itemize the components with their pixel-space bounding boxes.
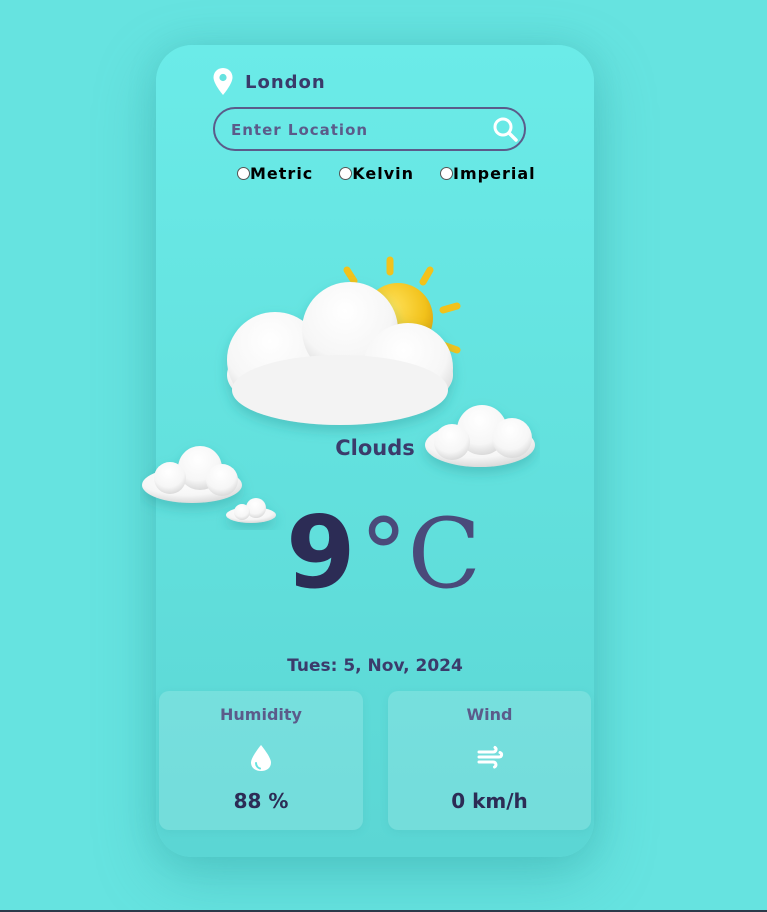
- weather-condition: Clouds: [335, 436, 415, 460]
- map-pin-icon: [213, 68, 233, 95]
- water-drop-icon: [251, 745, 271, 771]
- partly-cloudy-icon: [142, 256, 535, 523]
- humidity-label: Humidity: [220, 705, 302, 724]
- imperial-label: Imperial: [453, 164, 536, 183]
- humidity-card: Humidity 88 %: [159, 691, 363, 830]
- kelvin-radio[interactable]: [339, 167, 353, 180]
- imperial-radio[interactable]: [440, 167, 454, 180]
- wind-label: Wind: [466, 705, 513, 724]
- wind-value: 0 km/h: [451, 789, 528, 813]
- wind-icon: [477, 746, 503, 769]
- location-row: London: [213, 68, 326, 96]
- unit-option-metric[interactable]: Metric: [237, 164, 313, 183]
- metric-label: Metric: [250, 164, 314, 183]
- small-cloud-left: [142, 446, 242, 503]
- temperature-display: 9 °C: [286, 494, 482, 611]
- unit-selector: Metric Kelvin Imperial: [237, 164, 536, 183]
- metric-radio[interactable]: [237, 167, 250, 180]
- search-input[interactable]: [229, 109, 483, 151]
- humidity-value: 88 %: [233, 789, 289, 813]
- search-icon[interactable]: [492, 116, 518, 142]
- kelvin-label: Kelvin: [352, 164, 415, 183]
- wind-card: Wind 0 km/h: [388, 691, 591, 830]
- location-name: London: [245, 71, 326, 93]
- search-box: [213, 107, 526, 151]
- tiny-cloud: [226, 498, 276, 523]
- unit-option-kelvin[interactable]: Kelvin: [339, 164, 414, 183]
- date-label: Tues: 5, Nov, 2024: [287, 656, 463, 676]
- temperature-value: 9: [286, 494, 356, 611]
- temperature-unit: °C: [359, 498, 482, 610]
- unit-option-imperial[interactable]: Imperial: [440, 164, 536, 183]
